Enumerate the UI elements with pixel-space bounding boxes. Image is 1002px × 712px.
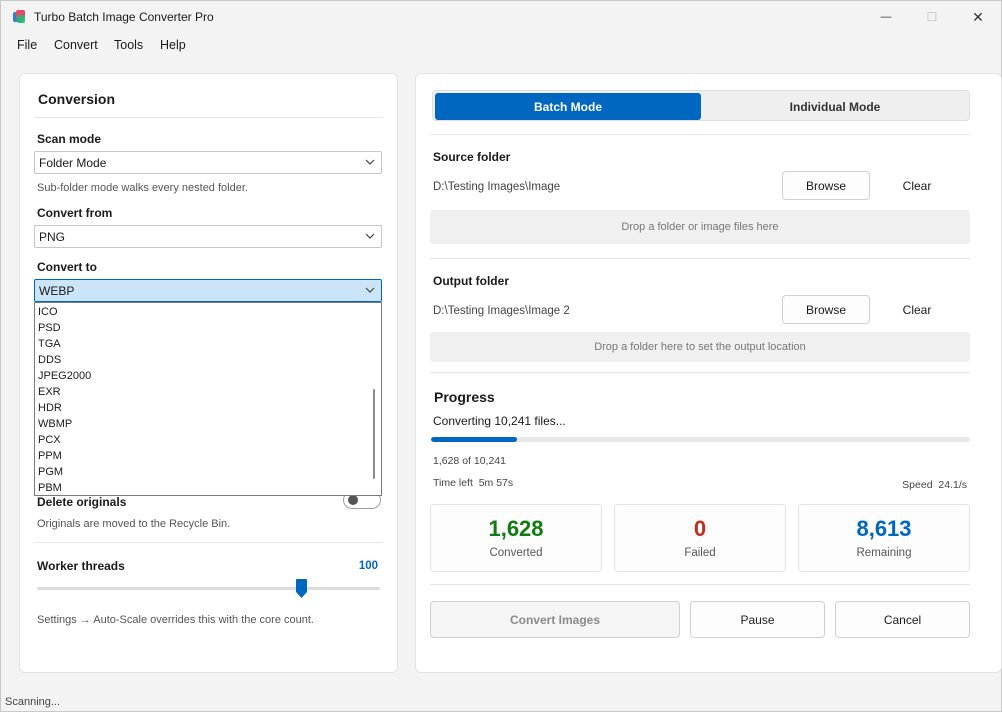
conversion-heading: Conversion [38,91,116,107]
convert-to-value: WEBP [39,284,75,298]
converted-label: Converted [489,547,543,559]
app-logo-icon [13,10,25,23]
scan-mode-value: Folder Mode [39,156,107,170]
converted-count: 1,628 [488,516,544,541]
dropdown-option[interactable]: PGM [38,466,63,478]
remaining-count: 8,613 [856,516,912,541]
scan-mode-hint: Sub-folder mode walks every nested folde… [37,182,248,194]
menu-file[interactable]: File [17,38,37,52]
scan-mode-label: Scan mode [37,132,102,146]
progress-bar [431,437,970,442]
dropdown-option[interactable]: TGA [38,338,61,350]
progress-fill [431,437,517,442]
output-browse-button[interactable]: Browse [782,295,870,324]
source-folder-label: Source folder [433,150,511,164]
time-left-label: Time left [433,477,473,489]
speed-value: 24.1/s [938,479,967,491]
speed-label: Speed [902,479,933,491]
failed-card: 0 Failed [614,504,786,572]
toggle-knob [348,495,358,505]
remaining-card: 8,613 Remaining [798,504,970,572]
chevron-down-icon [365,233,375,239]
divider [430,584,970,585]
convert-from-select[interactable]: PNG [34,225,382,248]
pause-button[interactable]: Pause [690,601,825,638]
scan-mode-select[interactable]: Folder Mode [34,151,382,174]
dropdown-option[interactable]: PCX [38,434,61,446]
output-clear-button[interactable]: Clear [881,295,953,324]
speed: Speed 24.1/s [867,479,967,491]
convert-images-button[interactable]: Convert Images [430,601,680,638]
delete-originals-hint: Originals are moved to the Recycle Bin. [37,518,231,530]
failed-label: Failed [684,547,716,559]
dropdown-option[interactable]: DDS [38,354,61,366]
individual-mode-tab[interactable]: Individual Mode [703,93,967,120]
failed-count: 0 [693,516,707,541]
divider [34,117,383,118]
dropdown-option[interactable]: PSD [38,322,61,334]
time-left: Time left 5m 57s [433,477,513,489]
divider [430,134,970,135]
menu-bar: File Convert Tools Help [1,33,1001,57]
progress-heading: Progress [434,389,495,405]
worker-threads-value: 100 [358,560,378,572]
progress-status: Converting 10,241 files... [433,414,566,428]
title-bar: Turbo Batch Image Converter Pro — ☐ ✕ [1,1,1001,33]
dropdown-scrollbar[interactable] [373,389,375,479]
progress-count: 1,628 of 10,241 [433,455,506,467]
source-clear-button[interactable]: Clear [881,171,953,200]
source-folder-path: D:\Testing Images\Image [433,181,561,193]
convert-to-label: Convert to [37,260,97,274]
minimize-icon: — [880,11,892,23]
source-dropzone[interactable]: Drop a folder or image files here [430,210,970,244]
menu-help[interactable]: Help [160,38,186,52]
output-folder-path: D:\Testing Images\Image 2 [433,305,570,317]
cancel-button[interactable]: Cancel [835,601,970,638]
maximize-icon: ☐ [926,10,938,24]
chevron-down-icon [365,159,375,165]
mode-switch: Batch Mode Individual Mode [432,90,970,121]
slider-thumb[interactable] [296,579,307,598]
chevron-down-icon [365,287,375,293]
dropdown-option[interactable]: PBM [38,482,62,494]
convert-to-select[interactable]: WEBP [34,279,382,302]
output-dropzone[interactable]: Drop a folder here to set the output loc… [430,332,970,362]
dropdown-option[interactable]: EXR [38,386,61,398]
convert-from-label: Convert from [37,206,113,220]
source-browse-button[interactable]: Browse [782,171,870,200]
worker-threads-label: Worker threads [37,559,125,573]
delete-originals-label: Delete originals [37,495,127,509]
divider [34,542,383,543]
worker-threads-slider[interactable] [37,587,380,590]
output-folder-label: Output folder [433,274,509,288]
divider [430,372,970,373]
dropdown-option[interactable]: PPM [38,450,62,462]
close-button[interactable]: ✕ [955,1,1001,33]
menu-convert[interactable]: Convert [54,38,98,52]
convert-from-value: PNG [39,230,66,244]
time-left-value: 5m 57s [478,477,514,489]
window-title: Turbo Batch Image Converter Pro [34,10,214,24]
divider [430,258,970,259]
dropdown-option[interactable]: WBMP [38,418,72,430]
close-icon: ✕ [972,8,984,25]
convert-to-dropdown-list: ICO PSD TGA DDS JPEG2000 EXR HDR WBMP PCX PPM PGM P… [34,302,382,496]
dropdown-option[interactable]: ICO [38,306,58,318]
batch-mode-tab[interactable]: Batch Mode [435,93,701,120]
app-window: Turbo Batch Image Converter Pro — ☐ ✕ Fi… [0,0,1002,712]
minimize-button[interactable]: — [863,1,909,33]
dropdown-option[interactable]: HDR [38,402,62,414]
converted-card: 1,628 Converted [430,504,602,572]
maximize-button[interactable]: ☐ [909,1,955,33]
worker-threads-hint: Settings → Auto-Scale overrides this wit… [37,614,314,626]
remaining-label: Remaining [856,547,912,559]
dropdown-option[interactable]: JPEG2000 [38,370,91,382]
status-bar-text: Scanning... [5,696,61,708]
menu-tools[interactable]: Tools [114,38,143,52]
